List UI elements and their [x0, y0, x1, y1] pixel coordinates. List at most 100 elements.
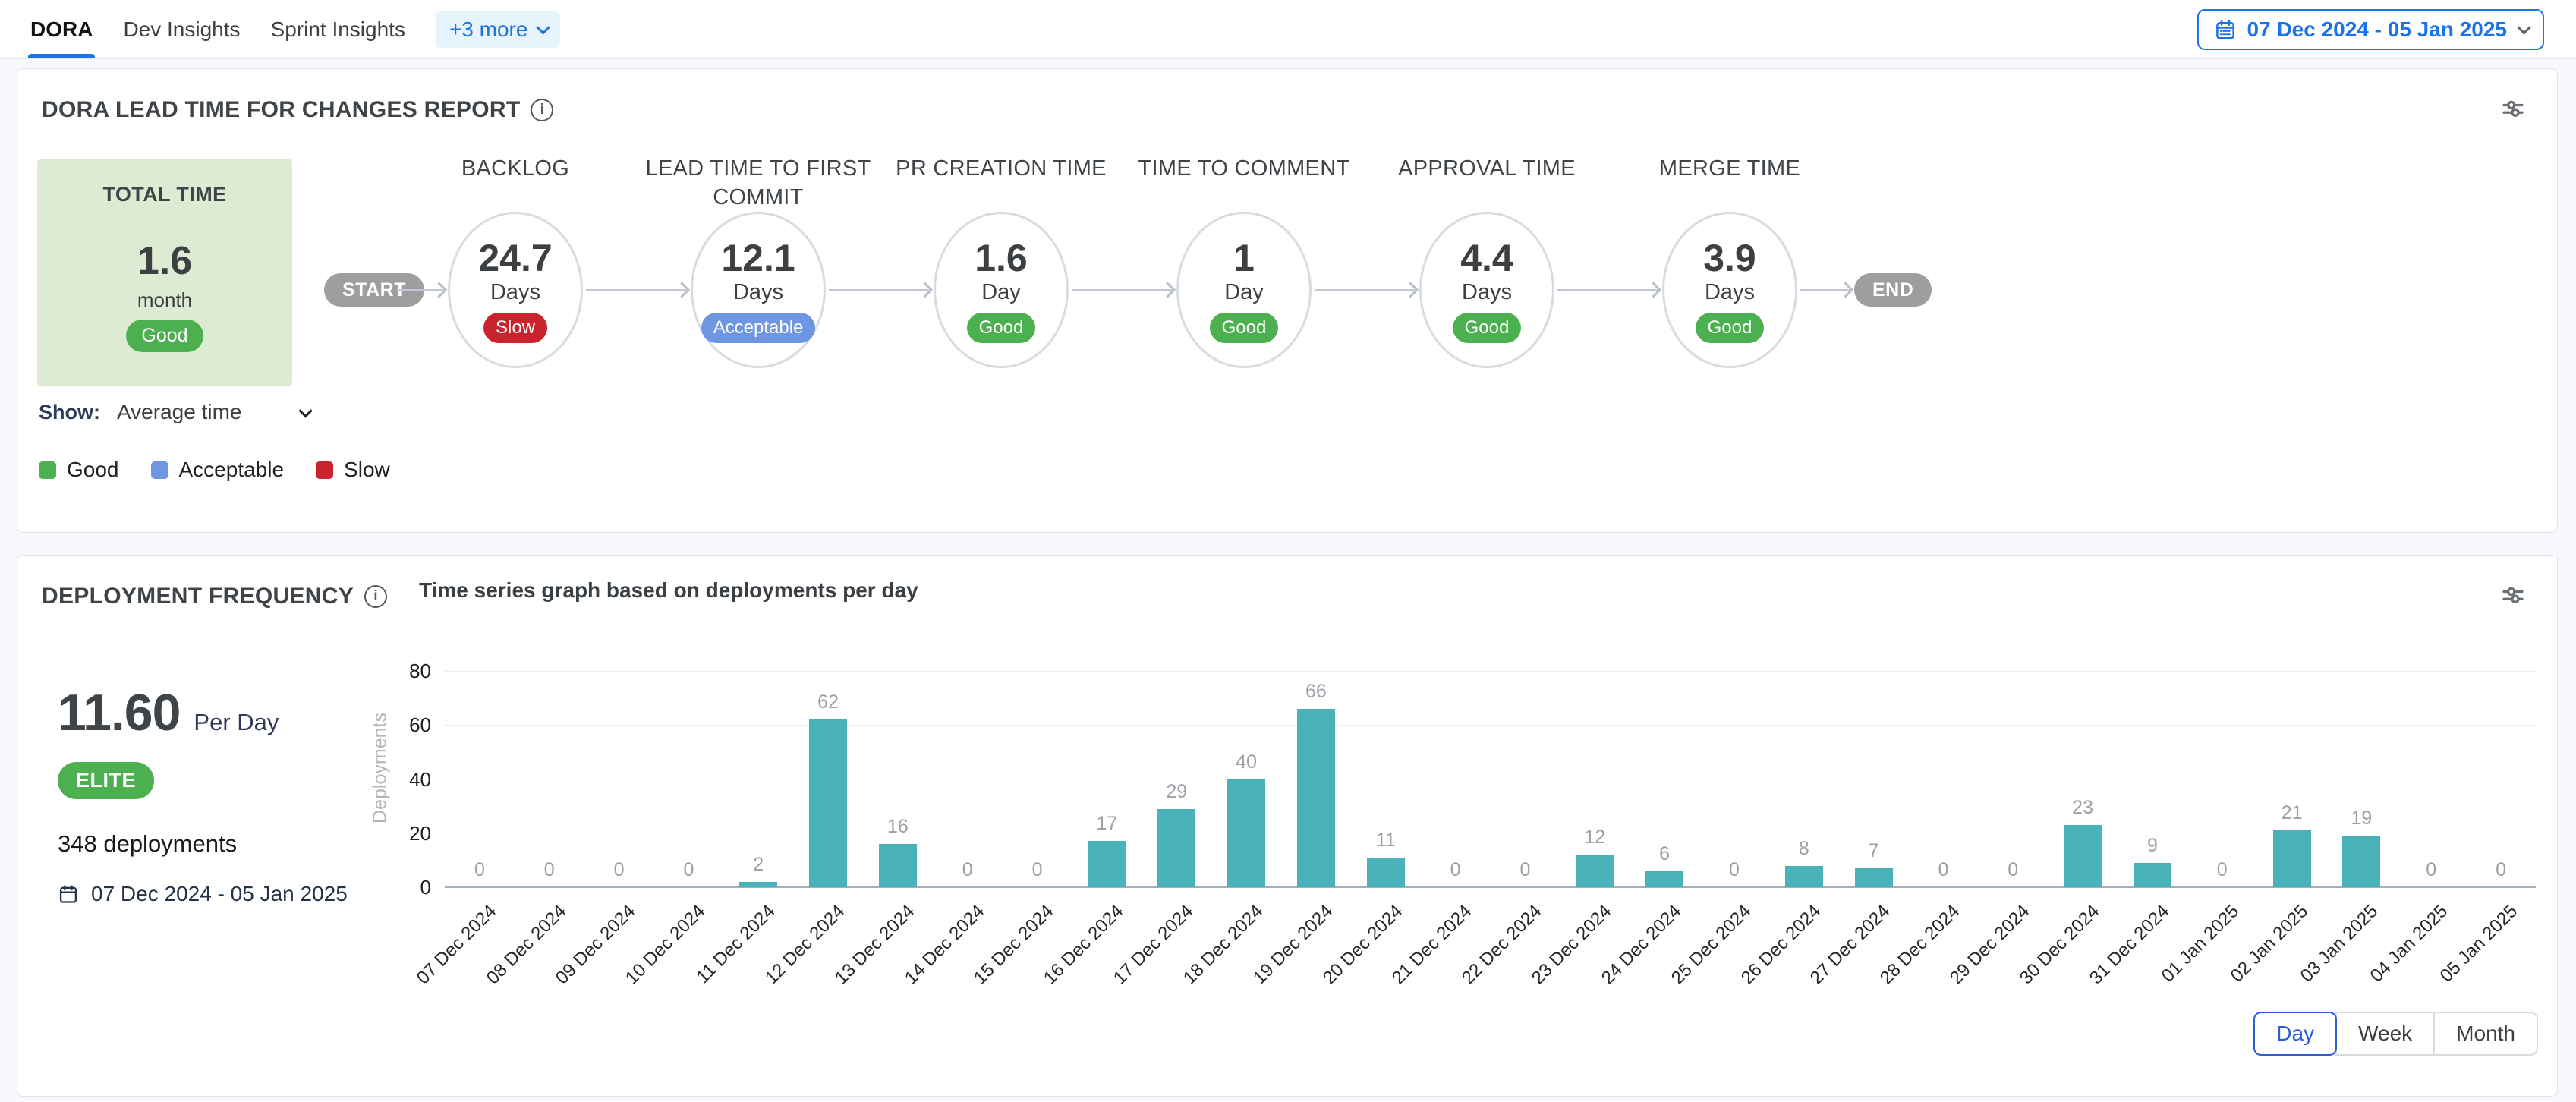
stage-title-time-to-comment: TIME TO COMMENT: [1115, 154, 1373, 183]
flow-connector-arrow: [1315, 289, 1415, 291]
bar-value-label: 7: [1836, 840, 1912, 862]
stage-title-lead-time-to-first-commit: LEAD TIME TO FIRST COMMIT: [629, 154, 887, 212]
y-tick-label: 60: [363, 713, 431, 737]
bar-value-label: 40: [1208, 751, 1284, 773]
date-range-text: 07 Dec 2024 - 05 Jan 2025: [2247, 17, 2507, 42]
tab-sprint-insights[interactable]: Sprint Insights: [271, 0, 405, 58]
arrowhead-icon: [1645, 282, 1661, 298]
bar-17-dec-2024: [1157, 809, 1195, 887]
stage-value: 3.9: [1703, 238, 1756, 279]
calendar-icon: [58, 883, 79, 905]
bar-value-label: 62: [790, 691, 866, 713]
bar-value-label: 0: [581, 859, 657, 881]
bar-value-label: 16: [860, 816, 936, 838]
chart-title: Time series graph based on deployments p…: [419, 578, 918, 603]
bar-value-label: 0: [1418, 859, 1494, 881]
more-tabs-button[interactable]: +3 more: [436, 11, 561, 48]
tab-dev-insights[interactable]: Dev Insights: [123, 0, 240, 58]
y-tick-label: 20: [363, 822, 431, 845]
bar-value-label: 0: [2463, 859, 2539, 881]
stage-unit: Days: [1705, 280, 1755, 305]
tab-dora[interactable]: DORA: [30, 0, 93, 58]
granularity-day[interactable]: Day: [2253, 1012, 2337, 1056]
info-icon[interactable]: i: [364, 585, 387, 608]
bar-27-dec-2024: [1855, 868, 1893, 887]
bar-value-label: 23: [2045, 797, 2121, 819]
legend-item-acceptable: Acceptable: [151, 458, 285, 482]
status-legend: Good Acceptable Slow: [39, 458, 390, 482]
bar-value-label: 0: [442, 859, 518, 881]
bar-value-label: 19: [2323, 808, 2399, 830]
flow-connector-arrow: [1800, 289, 1850, 291]
bar-26-dec-2024: [1785, 866, 1823, 888]
bar-value-label: 0: [1905, 859, 1981, 881]
stage-node-approval-time: 4.4DaysGood: [1419, 212, 1554, 368]
arrowhead-icon: [1403, 282, 1419, 298]
stage-status-badge: Acceptable: [701, 313, 816, 343]
granularity-month[interactable]: Month: [2433, 1012, 2538, 1056]
legend-item-good: Good: [39, 458, 119, 482]
tab-bar: DORA Dev Insights Sprint Insights +3 more: [30, 0, 560, 58]
stage-status-badge: Good: [967, 313, 1036, 343]
top-bar: DORADev InsightsSprint Insights +3 more …: [0, 0, 2576, 59]
deployments-bar-chart: 0000262160017294066110012608700239021190…: [445, 671, 2536, 887]
granularity-week[interactable]: Week: [2335, 1012, 2435, 1056]
deployment-settings-button[interactable]: [2496, 578, 2530, 614]
flow-connector-arrow: [1557, 289, 1658, 291]
legend-label: Acceptable: [179, 458, 285, 482]
legend-item-slow: Slow: [316, 458, 390, 482]
date-range-picker[interactable]: 07 Dec 2024 - 05 Jan 2025: [2197, 9, 2544, 50]
stage-unit: Day: [1224, 280, 1264, 305]
deployment-rate-value: 11.60: [58, 683, 180, 742]
stage-unit: Days: [733, 280, 783, 305]
bar-23-dec-2024: [1576, 855, 1614, 887]
lead-time-card: DORA LEAD TIME FOR CHANGES REPORT i TOTA…: [17, 68, 2558, 533]
stage-title-backlog: BACKLOG: [386, 154, 644, 183]
sliders-icon: [2499, 581, 2527, 609]
y-tick-label: 0: [363, 876, 431, 899]
lead-time-flow-diagram: STARTBACKLOG24.7DaysSlowLEAD TIME TO FIR…: [17, 69, 2557, 464]
stage-status-badge: Good: [1210, 313, 1279, 343]
legend-swatch: [151, 461, 168, 479]
y-tick-label: 40: [363, 768, 431, 792]
bar-11-dec-2024: [739, 882, 777, 887]
flow-connector-arrow: [397, 289, 443, 291]
stage-value: 12.1: [721, 238, 795, 279]
bar-value-label: 0: [650, 859, 726, 881]
deployments-total: 348 deployments: [58, 830, 237, 858]
bar-30-dec-2024: [2064, 825, 2102, 887]
y-tick-label: 80: [363, 660, 431, 683]
flow-connector-arrow: [1072, 289, 1172, 291]
calendar-icon: [2214, 18, 2237, 41]
bar-value-label: 0: [2393, 859, 2469, 881]
legend-label: Slow: [344, 458, 390, 482]
bar-value-label: 9: [2115, 835, 2190, 857]
deployment-rate-unit: Per Day: [194, 709, 279, 736]
stage-value: 1: [1233, 238, 1255, 279]
legend-label: Good: [67, 458, 119, 482]
bar-13-dec-2024: [879, 844, 917, 887]
x-axis-labels: 07 Dec 202408 Dec 202409 Dec 202410 Dec …: [445, 896, 2536, 1010]
granularity-toggle: DayWeekMonth: [2253, 1012, 2538, 1056]
bar-value-label: 0: [1975, 859, 2051, 881]
bar-value-label: 12: [1557, 826, 1633, 849]
bar-value-label: 0: [930, 859, 1006, 881]
stage-title-pr-creation-time: PR CREATION TIME: [872, 154, 1130, 183]
bar-19-dec-2024: [1297, 709, 1335, 887]
arrowhead-icon: [674, 282, 690, 298]
arrowhead-icon: [431, 282, 447, 298]
bar-03-jan-2025: [2342, 836, 2380, 887]
end-node: END: [1854, 273, 1932, 307]
deployment-rate: 11.60 Per Day: [58, 683, 279, 742]
bar-value-label: 2: [720, 854, 796, 876]
flow-connector-arrow: [586, 289, 686, 291]
bar-16-dec-2024: [1088, 841, 1126, 887]
stage-value: 1.6: [975, 238, 1028, 279]
stage-status-badge: Good: [1696, 313, 1765, 343]
show-metric-dropdown[interactable]: Show: Average time: [39, 400, 309, 424]
deployment-frequency-card: DEPLOYMENT FREQUENCY i Time series graph…: [17, 555, 2558, 1097]
gridline: [445, 725, 2536, 726]
stage-node-lead-time-to-first-commit: 12.1Days Acceptable: [691, 212, 826, 368]
arrowhead-icon: [917, 282, 933, 298]
stage-unit: Days: [490, 280, 540, 305]
